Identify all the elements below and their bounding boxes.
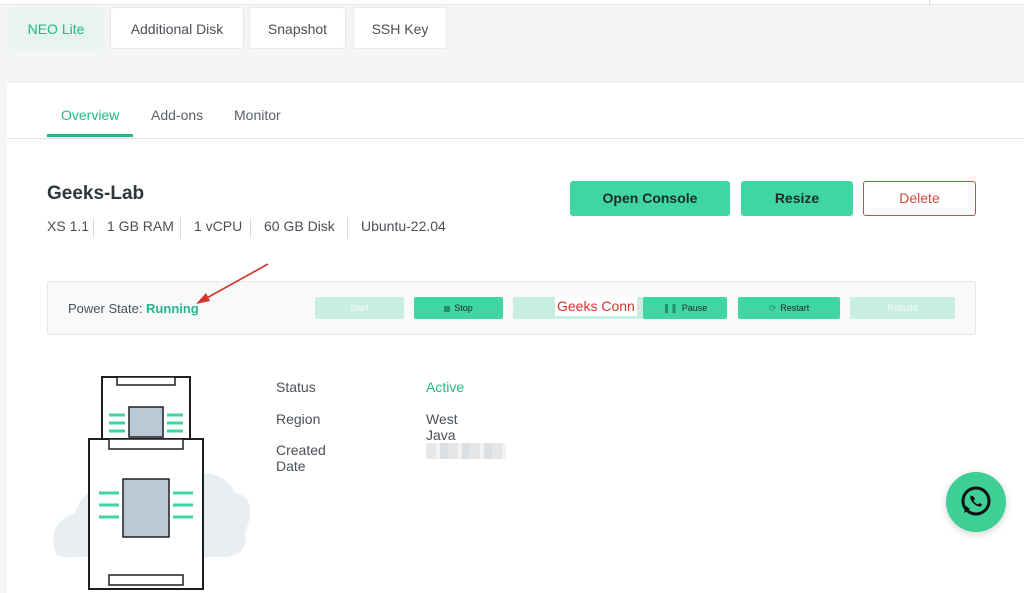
server-icon (53, 376, 251, 590)
top-bar-divider (929, 0, 930, 4)
instance-name: Geeks-Lab (47, 183, 145, 204)
spec-ram: 1 GB RAM (107, 218, 174, 234)
created-date-value-redacted (426, 443, 506, 459)
restart-button-label: Restart (780, 303, 810, 313)
sub-tabs: Overview Add-ons Monitor (7, 83, 1024, 139)
start-button-label: Start (349, 303, 369, 313)
tab-neo-lite[interactable]: NEO Lite (8, 7, 104, 49)
pause-button-label: Pause (681, 303, 708, 313)
tab-snapshot[interactable]: Snapshot (249, 7, 346, 49)
spec-divider (180, 218, 181, 238)
status-value: Active (426, 379, 465, 395)
subtab-add-ons[interactable]: Add-ons (151, 107, 203, 123)
stop-button[interactable]: Stop (414, 297, 503, 319)
spec-os: Ubuntu-22.04 (361, 218, 446, 234)
power-state-panel: Power State: Running Start Stop ❚❚ Pause … (47, 281, 976, 335)
spec-divider (347, 218, 348, 238)
spec-disk: 60 GB Disk (264, 218, 335, 234)
subtab-overview[interactable]: Overview (61, 107, 119, 123)
whatsapp-icon (961, 486, 991, 516)
whatsapp-chat-button[interactable] (946, 472, 1006, 532)
pause-button[interactable]: ❚❚ Pause (643, 297, 727, 319)
subtab-monitor[interactable]: Monitor (234, 107, 281, 123)
region-label: Region (276, 411, 321, 427)
power-state-value: Running (146, 301, 199, 316)
power-state-label: Power State: (68, 301, 147, 316)
start-button[interactable]: Start (315, 297, 404, 319)
restart-button[interactable]: ⟳ Restart (738, 297, 840, 319)
spec-size: XS 1.1 (47, 218, 90, 234)
spec-cpu: 1 vCPU (194, 218, 243, 234)
overlay-annotation-text: Geeks Conn (555, 296, 637, 316)
top-bar (0, 0, 1024, 5)
stop-button-label: Stop (454, 303, 473, 313)
tab-additional-disk[interactable]: Additional Disk (110, 7, 244, 49)
stop-icon (444, 305, 451, 312)
rebuild-button[interactable]: Rebuild (850, 297, 955, 319)
power-state: Power State: Running (68, 301, 199, 316)
pause-icon: ❚❚ (662, 303, 678, 313)
tab-ssh-key[interactable]: SSH Key (353, 7, 447, 49)
spec-divider (93, 218, 94, 238)
status-label: Status (276, 379, 316, 395)
instance-card: Overview Add-ons Monitor Geeks-Lab XS 1.… (7, 82, 1024, 593)
region-value: West Java (426, 411, 458, 443)
created-date-label: Created Date (276, 442, 326, 474)
active-tab-indicator (47, 134, 133, 137)
restart-icon: ⟳ (768, 303, 777, 313)
rebuild-button-label: Rebuild (887, 303, 918, 313)
resize-button[interactable]: Resize (741, 181, 853, 216)
delete-button[interactable]: Delete (863, 181, 976, 216)
spec-divider (250, 218, 251, 238)
open-console-button[interactable]: Open Console (570, 181, 730, 216)
